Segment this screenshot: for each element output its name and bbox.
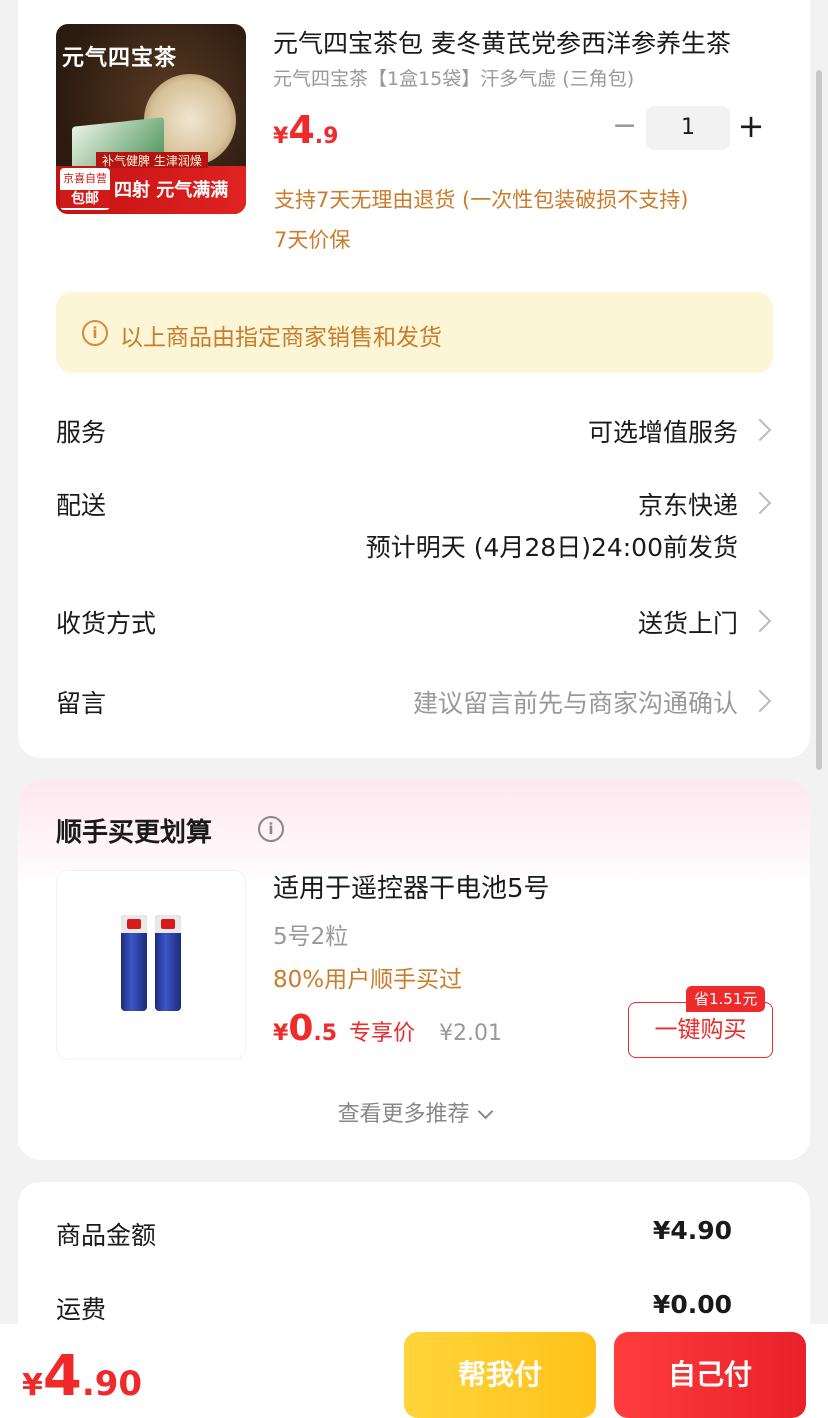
savings-badge: 省1.51元 [686,986,766,1012]
scrollbar[interactable] [816,70,822,770]
battery-graphic [155,915,181,1011]
message-input[interactable]: 建议留言前先与商家沟通确认 [413,684,738,720]
product-slogan: 四射 元气满满 [114,180,229,201]
addon-price-integer: 0 [288,1008,314,1049]
shipping-fee-label: 运费 [56,1295,107,1324]
product-title[interactable]: 元气四宝茶包 麦冬黄芪党参西洋参养生茶 [273,24,773,60]
exclusive-price-label: 专享价 [349,1021,416,1046]
price-protection-text: 7天价保 [274,228,351,252]
total-currency: ¥ [22,1368,43,1403]
increase-quantity-button[interactable]: + [736,106,766,150]
product-image-title: 元气四宝茶 [62,45,178,71]
product-tagline: 补气健脾 生津润燥 [96,152,208,168]
delivery-value[interactable]: 京东快递 [638,486,738,522]
total-decimal: .90 [81,1364,143,1404]
chevron-down-icon [477,1103,493,1120]
price-decimal: .9 [314,124,339,149]
quantity-input[interactable]: 1 [646,106,730,150]
self-operated-badge: 京喜自营 包邮 [60,168,110,210]
goods-amount-value: ¥4.90 [652,1216,732,1245]
more-recommendations-text: 查看更多推荐 [337,1102,470,1127]
service-value[interactable]: 可选增值服务 [588,413,738,449]
goods-amount-label: 商品金额 [56,1221,157,1250]
addon-price-decimal: .5 [313,1021,338,1046]
price-currency: ¥ [273,124,289,149]
product-spec[interactable]: 元气四宝茶【1盒15袋】汗多气虚 (三角包) [273,64,634,91]
addon-price-currency: ¥ [273,1021,289,1046]
receive-method-value[interactable]: 送货上门 [638,604,738,640]
total-price: ¥4.90 [22,1344,142,1409]
original-price: ¥2.01 [439,1021,503,1046]
addon-item-popularity: 80%用户顺手买过 [273,967,463,993]
decrease-quantity-button[interactable]: − [612,106,637,150]
addon-section-title: 顺手买更划算 [56,818,213,848]
help-me-pay-button[interactable]: 帮我付 [404,1332,596,1418]
delivery-eta: 预计明天 (4月28日)24:00前发货 [365,533,738,562]
shipping-fee-value: ¥0.00 [652,1290,732,1319]
seller-notice: i 以上商品由指定商家销售和发货 [56,292,773,373]
info-icon: i [82,320,108,346]
pay-myself-button[interactable]: 自己付 [614,1332,806,1418]
quantity-stepper: − 1 + [612,106,772,150]
battery-graphic [121,915,147,1011]
addon-recommend-card: 顺手买更划算 i 适用于遥控器干电池5号 5号2粒 80%用户顺手买过 ¥0.5… [18,780,810,1160]
addon-item-price: ¥0.5 专享价 ¥2.01 [273,1008,502,1049]
service-label: 服务 [56,418,107,447]
addon-item-title[interactable]: 适用于遥控器干电池5号 [273,868,550,905]
seller-notice-text: 以上商品由指定商家销售和发货 [120,325,442,351]
return-policy-text: 支持7天无理由退货 (一次性包装破损不支持) [274,188,689,212]
addon-info-icon[interactable]: i [258,816,284,842]
total-integer: 4 [42,1344,82,1409]
promo-banner: 补气健脾 生津润燥 京喜自营 包邮 四射 元气满满 [56,152,246,214]
addon-item-spec: 5号2粒 [273,924,349,950]
badge-top-text: 京喜自营 [63,172,107,185]
battery-product-image[interactable] [56,870,246,1060]
checkout-bar: ¥4.90 帮我付 自己付 [0,1324,828,1418]
badge-free-shipping: 包邮 [60,190,110,208]
product-price: ¥4.9 [273,108,338,152]
price-integer: 4 [288,108,315,152]
more-recommendations-link[interactable]: 查看更多推荐 [18,1096,810,1128]
product-image[interactable]: 元气四宝茶 补气健脾 生津润燥 京喜自营 包邮 四射 元气满满 [56,24,246,214]
message-label: 留言 [56,689,107,718]
delivery-label: 配送 [56,491,107,520]
receive-method-label: 收货方式 [56,609,157,638]
